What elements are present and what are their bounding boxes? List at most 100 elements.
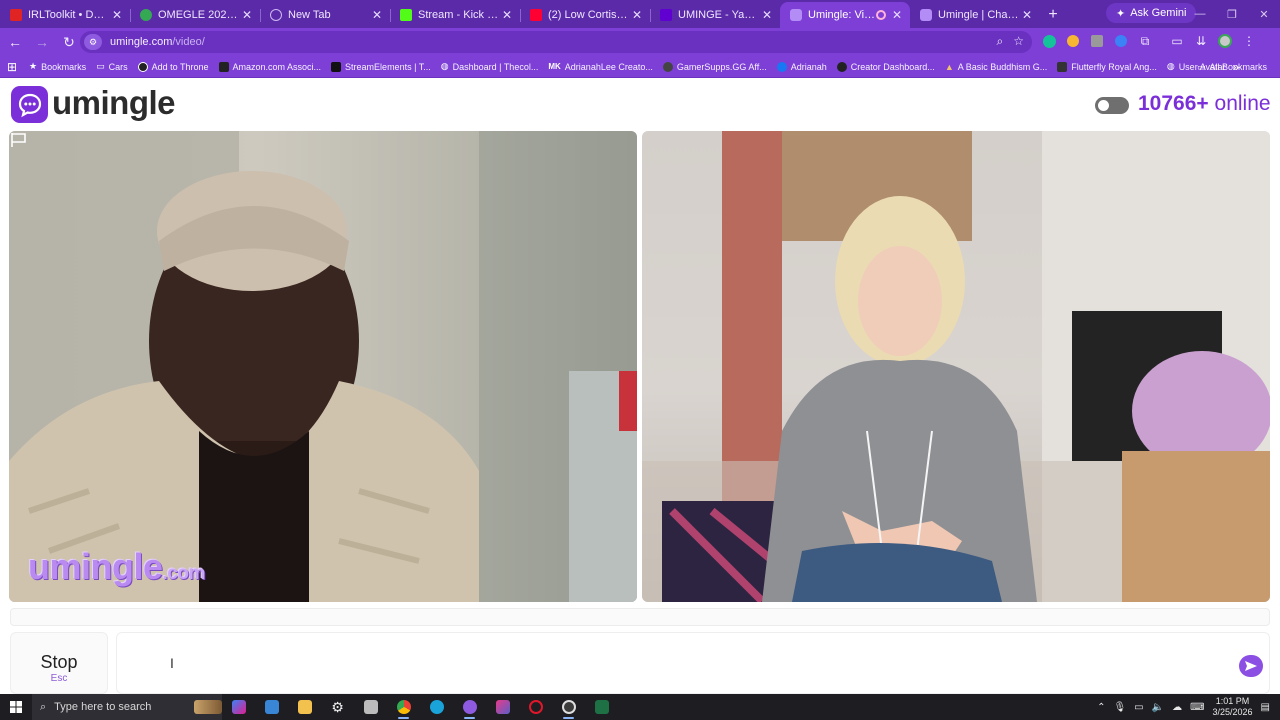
network-icon[interactable]: ▭ <box>1134 702 1143 713</box>
close-icon[interactable]: ✕ <box>760 8 774 22</box>
bookmark-item[interactable]: ▭ Cars <box>91 57 133 77</box>
send-button[interactable] <box>1239 655 1263 677</box>
bookmark-item[interactable]: MK AdrianahLee Creato... <box>543 57 658 77</box>
edge-app-icon[interactable] <box>420 694 453 720</box>
bookmark-item[interactable]: GamerSupps.GG Aff... <box>658 57 772 77</box>
bookmark-item[interactable]: ◍ Dashboard | Thecol... <box>436 57 544 77</box>
onedrive-icon[interactable]: ☁ <box>1172 702 1182 713</box>
clock-time: 1:01 PM <box>1215 696 1250 706</box>
url-path: /video/ <box>172 36 205 48</box>
tab-new-tab[interactable]: New Tab ✕ <box>260 2 390 28</box>
taskbar-search[interactable]: ⌕ Type here to search <box>32 694 222 720</box>
new-tab-button[interactable]: + <box>1040 2 1066 28</box>
apps-grid-icon[interactable]: ⊞ <box>0 60 24 74</box>
tab-umingle-chat[interactable]: Umingle | Chat with St ✕ <box>910 2 1040 28</box>
tab-irltoolkit[interactable]: IRLToolkit • Dashboard ✕ <box>0 2 130 28</box>
taskbar-clock[interactable]: 1:01 PM 3/25/2026 <box>1213 696 1253 718</box>
photos-app-icon[interactable] <box>255 694 288 720</box>
all-bookmarks-button[interactable]: ▭ All Bookmarks <box>1192 57 1272 77</box>
download-icon[interactable]: ⇊ <box>1192 32 1210 50</box>
back-button[interactable]: ← <box>3 30 27 54</box>
cast-icon[interactable]: ▭ <box>1168 32 1186 50</box>
system-tray: ⌃ 🎙 ▭ 🔈 ☁ ⌨ 1:01 PM 3/25/2026 ▤ <box>1097 694 1280 720</box>
tab-yahoo-search[interactable]: UMINGE - Yahoo Search ✕ <box>650 2 780 28</box>
site-logo-text[interactable]: umingle <box>52 84 176 122</box>
tab-youtube-playlist[interactable]: (2) Low Cortisol Playlist ✕ <box>520 2 650 28</box>
volume-icon[interactable]: 🔈 <box>1152 702 1164 713</box>
close-icon[interactable]: ✕ <box>500 8 514 22</box>
chat-message-input[interactable]: I <box>116 632 1270 694</box>
notepad-app-icon[interactable] <box>354 694 387 720</box>
minimize-icon[interactable]: — <box>1184 0 1216 28</box>
notifications-icon[interactable]: ▤ <box>1261 702 1270 713</box>
obs-app-icon[interactable] <box>552 694 585 720</box>
bookmark-item[interactable]: ▲ A Basic Buddhism G... <box>940 57 1052 77</box>
reload-button[interactable]: ↻ <box>57 30 81 54</box>
language-icon[interactable]: ⌨ <box>1190 702 1204 713</box>
menu-kebab-icon[interactable]: ⋮ <box>1240 32 1258 50</box>
close-icon[interactable]: ✕ <box>890 8 904 22</box>
extensions-puzzle-icon[interactable]: ⧉ <box>1136 32 1154 50</box>
tab-title: Stream - Kick Dashboard <box>418 9 500 21</box>
close-icon[interactable]: ✕ <box>240 8 254 22</box>
teams-app-icon[interactable] <box>486 694 519 720</box>
windows-taskbar: ⌕ Type here to search ⚙ ⌃ 🎙 ▭ 🔈 ☁ ⌨ 1:01… <box>0 694 1280 720</box>
extension-blue-icon[interactable] <box>1112 32 1130 50</box>
bookmark-label: Creator Dashboard... <box>850 61 935 72</box>
umingle-logo-icon[interactable] <box>11 86 48 123</box>
creator-icon <box>836 61 847 72</box>
watermark-suffix-text: .com <box>162 563 206 584</box>
extension-t-icon[interactable] <box>1088 32 1106 50</box>
browser-tab-strip: IRLToolkit • Dashboard ✕ OMEGLE 2026 - G… <box>0 0 1280 28</box>
profile-avatar-icon[interactable] <box>1216 32 1234 50</box>
theme-toggle[interactable] <box>1095 97 1129 114</box>
bookmark-item[interactable]: Add to Throne <box>133 57 214 77</box>
zoom-icon[interactable]: ⌕ <box>997 34 1004 49</box>
report-flag-icon[interactable] <box>9 131 29 149</box>
excel-app-icon[interactable] <box>585 694 618 720</box>
copilot-icon[interactable] <box>222 694 255 720</box>
ask-gemini-label: Ask Gemini <box>1130 7 1187 19</box>
stop-button[interactable]: Stop Esc <box>10 632 108 694</box>
facebook-icon <box>776 61 787 72</box>
microphone-icon[interactable]: 🎙 <box>1113 702 1126 713</box>
chrome-profile-app-icon[interactable] <box>453 694 486 720</box>
irltoolkit-favicon-icon <box>10 9 22 21</box>
bookmark-item[interactable]: StreamElements | T... <box>326 57 436 77</box>
honey-extension-icon[interactable] <box>1064 32 1082 50</box>
url-text[interactable]: umingle.com/video/ <box>110 36 205 48</box>
close-icon[interactable]: ✕ <box>630 8 644 22</box>
tab-umingle-video[interactable]: Umingle: Video Ch ✕ <box>780 2 910 28</box>
streamelements-icon <box>331 61 342 72</box>
kick-favicon-icon <box>400 9 412 21</box>
address-bar[interactable]: ⚙ umingle.com/video/ ⌕ ☆ <box>80 31 1032 53</box>
close-icon[interactable]: ✕ <box>1020 8 1034 22</box>
opera-app-icon[interactable] <box>519 694 552 720</box>
umingle-watermark: umingle.com <box>28 546 205 588</box>
tab-omegle-google[interactable]: OMEGLE 2026 - Google ✕ <box>130 2 260 28</box>
star-icon: ★ <box>29 61 38 71</box>
windows-start-icon[interactable] <box>0 694 32 720</box>
bookmark-item[interactable]: ★ Bookmarks <box>24 57 91 77</box>
search-icon: ⌕ <box>40 700 47 713</box>
bookmark-item[interactable]: Flutterfly Royal Ang... <box>1052 57 1162 77</box>
tab-kick-dashboard[interactable]: Stream - Kick Dashboard ✕ <box>390 2 520 28</box>
close-window-icon[interactable]: ✕ <box>1248 0 1280 28</box>
maximize-icon[interactable]: ❐ <box>1216 0 1248 28</box>
bookmark-item[interactable]: Adrianah <box>772 57 832 77</box>
bookmark-item[interactable]: Amazon.com Associ... <box>214 57 327 77</box>
close-icon[interactable]: ✕ <box>110 8 124 22</box>
settings-gear-icon[interactable]: ⚙ <box>321 694 354 720</box>
bookmark-star-icon[interactable]: ☆ <box>1013 34 1024 49</box>
bookmark-item[interactable]: Creator Dashboard... <box>832 57 940 77</box>
tab-title: Umingle | Chat with St <box>938 9 1020 21</box>
grammarly-extension-icon[interactable] <box>1040 32 1058 50</box>
gg-icon <box>662 61 673 72</box>
file-explorer-icon[interactable] <box>288 694 321 720</box>
forward-button[interactable]: → <box>30 30 54 54</box>
tray-overflow-icon[interactable]: ⌃ <box>1097 702 1105 713</box>
ask-gemini-button[interactable]: ✦ Ask Gemini <box>1106 3 1197 23</box>
chrome-app-icon[interactable] <box>387 694 420 720</box>
site-info-icon[interactable]: ⚙ <box>84 34 102 50</box>
close-icon[interactable]: ✕ <box>370 8 384 22</box>
